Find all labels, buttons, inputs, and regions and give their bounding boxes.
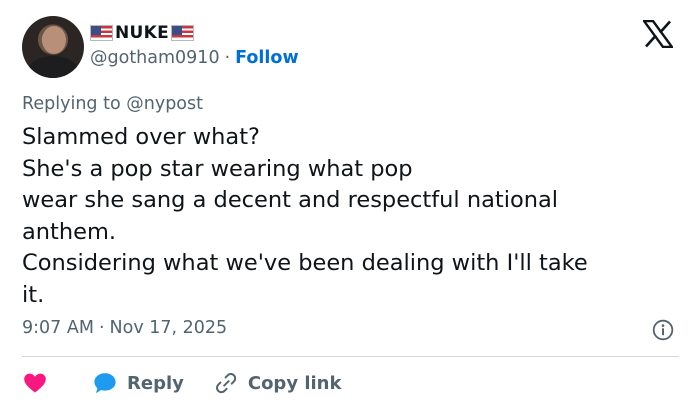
like-button[interactable]	[22, 370, 48, 396]
copy-link-button[interactable]: Copy link	[214, 371, 342, 395]
tweet-line: anthem.	[22, 218, 117, 245]
divider	[22, 356, 679, 357]
us-flag-icon	[171, 25, 195, 41]
tweet-text: Slammed over what? She's a pop star wear…	[22, 122, 682, 312]
replying-to-prefix: Replying to	[22, 94, 121, 114]
display-name-row[interactable]: NUKE	[90, 22, 195, 44]
tweet-line: Considering what we've been dealing with…	[22, 250, 588, 277]
x-logo-icon[interactable]	[643, 20, 673, 48]
tweet-timestamp[interactable]: 9:07 AM · Nov 17, 2025	[22, 318, 227, 338]
timestamp-separator: ·	[98, 318, 105, 338]
link-icon	[215, 373, 237, 394]
tweet-date: Nov 17, 2025	[109, 318, 228, 338]
info-icon[interactable]	[652, 319, 674, 341]
avatar-body	[28, 56, 78, 78]
tweet-line: it.	[22, 281, 45, 308]
action-bar: Reply Copy link	[22, 368, 341, 398]
reply-label: Reply	[127, 372, 184, 394]
follow-button[interactable]: Follow	[235, 48, 298, 68]
handle-separator: ·	[224, 48, 231, 68]
avatar-face	[42, 26, 66, 54]
heart-icon	[24, 373, 46, 393]
reply-button[interactable]: Reply	[92, 370, 184, 396]
tweet-line: wear she sang a decent and respectful na…	[22, 187, 559, 214]
replying-to: Replying to @nypost	[22, 94, 203, 114]
us-flag-icon	[90, 25, 113, 41]
copy-link-label: Copy link	[247, 372, 342, 394]
user-handle[interactable]: @gotham0910	[90, 48, 220, 68]
display-name: NUKE	[115, 23, 170, 43]
handle-row: @gotham0910 · Follow	[90, 48, 299, 68]
replying-to-handle[interactable]: @nypost	[126, 94, 203, 114]
tweet-line: Slammed over what?	[22, 124, 260, 150]
avatar[interactable]	[22, 16, 84, 78]
tweet-line: She's a pop star wearing what pop	[22, 155, 413, 182]
reply-bubble-icon	[94, 373, 116, 394]
tweet-time: 9:07 AM	[22, 318, 94, 338]
